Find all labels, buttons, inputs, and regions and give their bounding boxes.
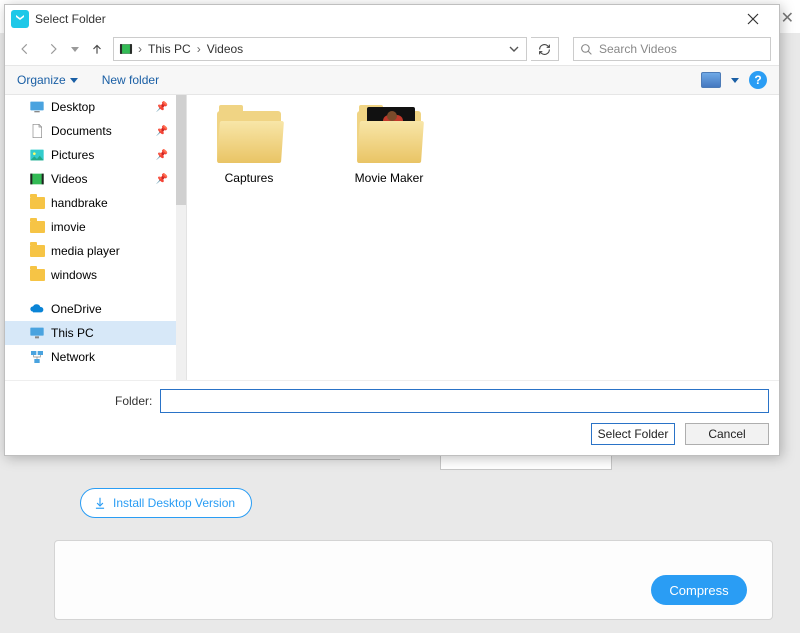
new-folder-button[interactable]: New folder [102, 73, 159, 87]
pictures-icon [29, 147, 45, 163]
install-desktop-button[interactable]: Install Desktop Version [80, 488, 252, 518]
folder-label: Folder: [115, 394, 152, 408]
help-button[interactable]: ? [749, 71, 767, 89]
address-bar[interactable]: › This PC › Videos [113, 37, 527, 61]
tree-item-label: Pictures [51, 148, 94, 162]
breadcrumb-sep: › [138, 42, 142, 56]
chevron-down-icon [70, 78, 78, 83]
close-button[interactable] [733, 5, 773, 33]
tree-item-handbrake[interactable]: handbrake [5, 191, 186, 215]
breadcrumb-videos[interactable]: Videos [205, 42, 245, 56]
thispc-icon [29, 325, 45, 341]
toolbar: Organize New folder ? [5, 65, 779, 95]
tree-item-imovie[interactable]: imovie [5, 215, 186, 239]
search-icon [580, 43, 593, 56]
folder-icon [29, 267, 45, 283]
tree-item-media-player[interactable]: media player [5, 239, 186, 263]
content-area[interactable]: Captures Movie Maker [187, 95, 779, 380]
folder-icon [29, 219, 45, 235]
documents-icon [29, 123, 45, 139]
folder-icon [217, 111, 281, 163]
nav-back-button[interactable] [13, 37, 37, 61]
tree-item-windows[interactable]: windows [5, 263, 186, 287]
cancel-button[interactable]: Cancel [685, 423, 769, 445]
compress-button[interactable]: Compress [651, 575, 747, 605]
folder-item-captures[interactable]: Captures [199, 111, 299, 185]
view-options-button[interactable] [701, 72, 721, 88]
folder-label: Movie Maker [339, 171, 439, 185]
folder-icon [29, 195, 45, 211]
tree-item-label: Network [51, 350, 95, 364]
nav-up-button[interactable] [85, 37, 109, 61]
pin-icon: 📌 [156, 102, 168, 113]
tree-group-network[interactable]: Network [5, 345, 186, 369]
close-icon [747, 13, 759, 25]
tree-item-desktop[interactable]: Desktop 📌 [5, 95, 186, 119]
search-input[interactable] [599, 42, 764, 56]
select-folder-dialog: Select Folder › This PC › Videos Organ [4, 4, 780, 456]
tree-item-documents[interactable]: Documents 📌 [5, 119, 186, 143]
view-dropdown[interactable] [731, 78, 739, 83]
tree-item-label: OneDrive [51, 302, 102, 316]
breadcrumb-sep: › [197, 42, 201, 56]
nav-forward-button[interactable] [41, 37, 65, 61]
tree-item-label: windows [51, 268, 97, 282]
background-close-icon[interactable]: ✕ [781, 8, 794, 28]
search-box[interactable] [573, 37, 771, 61]
tree-item-label: Desktop [51, 100, 95, 114]
tree-scrollbar[interactable] [176, 95, 186, 380]
folder-icon [29, 243, 45, 259]
nav-row: › This PC › Videos [5, 33, 779, 65]
onedrive-icon [29, 301, 45, 317]
arrow-right-icon [46, 42, 60, 56]
tree-item-videos[interactable]: Videos 📌 [5, 167, 186, 191]
nav-history-dropdown[interactable] [69, 47, 81, 52]
tree-group-onedrive[interactable]: OneDrive [5, 297, 186, 321]
address-dropdown[interactable] [506, 41, 522, 57]
chevron-down-icon [71, 47, 79, 52]
dialog-title: Select Folder [35, 12, 106, 26]
pin-icon: 📌 [156, 150, 168, 161]
chevron-down-icon [509, 44, 519, 54]
network-icon [29, 349, 45, 365]
tree-item-label: handbrake [51, 196, 108, 210]
app-logo-icon [11, 10, 29, 28]
organize-label: Organize [17, 73, 66, 87]
refresh-icon [538, 43, 551, 56]
folder-input[interactable] [160, 389, 769, 413]
arrow-up-icon [90, 42, 104, 56]
background-underline [140, 459, 400, 460]
tree-item-label: Documents [51, 124, 112, 138]
dialog-footer: Folder: Select Folder Cancel [5, 380, 779, 455]
tree-item-label: Videos [51, 172, 87, 186]
folder-icon [357, 111, 421, 163]
tree-group-this-pc[interactable]: This PC [5, 321, 186, 345]
dialog-body: Desktop 📌 Documents 📌 Pictures 📌 Videos 📌 handbr… [5, 95, 779, 380]
refresh-button[interactable] [531, 37, 559, 61]
pin-icon: 📌 [156, 126, 168, 137]
scrollbar-thumb[interactable] [176, 95, 186, 205]
install-label: Install Desktop Version [113, 496, 235, 510]
breadcrumb-this-pc[interactable]: This PC [146, 42, 193, 56]
download-icon [93, 496, 107, 510]
folder-item-movie-maker[interactable]: Movie Maker [339, 111, 439, 185]
tree-item-label: This PC [51, 326, 94, 340]
organize-menu[interactable]: Organize [17, 73, 78, 87]
desktop-icon [29, 99, 45, 115]
tree-item-label: media player [51, 244, 120, 258]
nav-tree: Desktop 📌 Documents 📌 Pictures 📌 Videos 📌 handbr… [5, 95, 187, 380]
select-folder-button[interactable]: Select Folder [591, 423, 675, 445]
pin-icon: 📌 [156, 174, 168, 185]
videos-icon [29, 171, 45, 187]
titlebar: Select Folder [5, 5, 779, 33]
tree-item-label: imovie [51, 220, 86, 234]
folder-label: Captures [199, 171, 299, 185]
tree-item-pictures[interactable]: Pictures 📌 [5, 143, 186, 167]
videos-location-icon [118, 41, 134, 57]
arrow-left-icon [18, 42, 32, 56]
